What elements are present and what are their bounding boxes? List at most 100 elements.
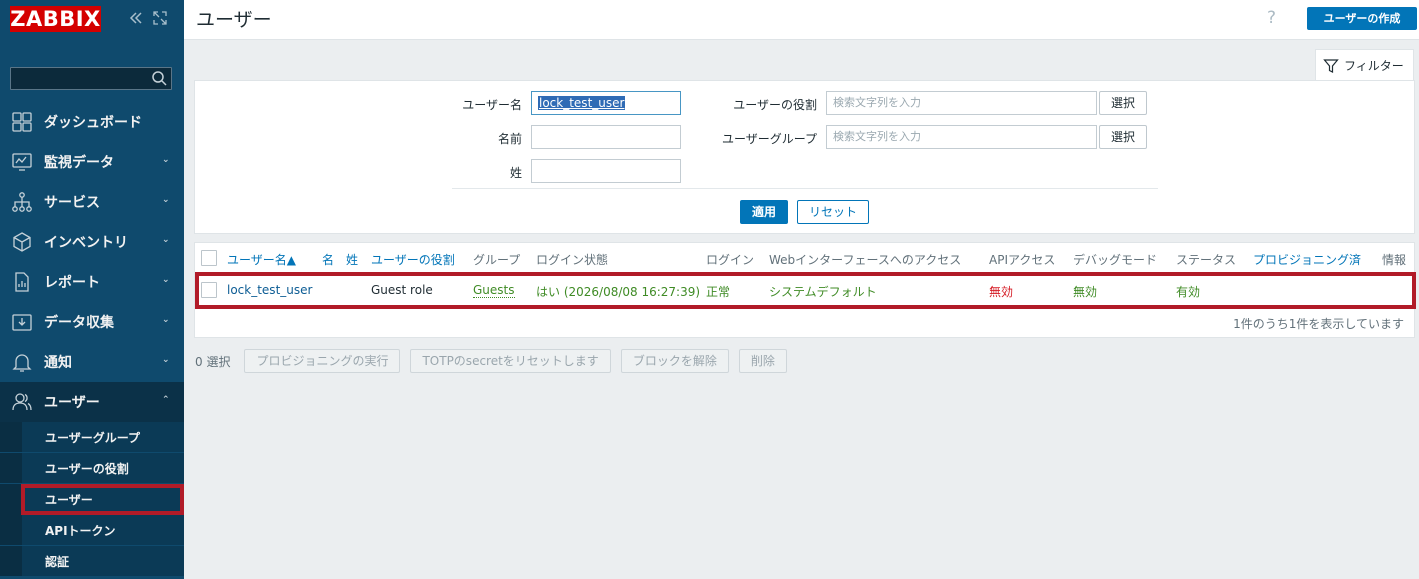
services-icon xyxy=(11,191,33,213)
zabbix-logo[interactable]: ZABBIX xyxy=(10,6,101,32)
menu-item-label: インベントリ xyxy=(44,235,128,251)
create-user-button[interactable]: ユーザーの作成 xyxy=(1307,7,1417,30)
menu-item-data-collection[interactable]: データ収集 ⌄ xyxy=(0,302,184,342)
menu-item-alerts[interactable]: 通知 ⌄ xyxy=(0,342,184,382)
collapse-sidebar-icon[interactable] xyxy=(127,9,145,27)
col-username[interactable]: ユーザー名▲ xyxy=(227,251,296,268)
apply-button[interactable]: 適用 xyxy=(740,200,788,224)
menu-item-users[interactable]: ユーザー ⌃ xyxy=(0,382,184,422)
surname-label: 姓 xyxy=(509,166,522,180)
main-menu: ダッシュボード 監視データ ⌄ サービス ⌄ インベントリ ⌄ レポート ⌄ デ… xyxy=(0,102,184,577)
menu-item-dashboard[interactable]: ダッシュボード xyxy=(0,102,184,142)
users-table: ユーザー名▲ 名 姓 ユーザーの役割 グループ ログイン状態 ログイン Webイ… xyxy=(194,242,1416,338)
chevron-up-icon: ⌃ xyxy=(162,395,170,405)
menu-item-label: 監視データ xyxy=(44,155,114,171)
col-info: 情報 xyxy=(1382,253,1407,267)
col-provisioned[interactable]: プロビジョニング済 xyxy=(1253,251,1361,268)
reports-icon xyxy=(11,271,33,293)
select-all-checkbox[interactable] xyxy=(201,250,217,266)
chevron-down-icon: ⌄ xyxy=(162,195,170,205)
row-role: Guest role xyxy=(371,283,433,297)
row-api-access[interactable]: 無効 xyxy=(989,283,1013,300)
menu-item-monitoring[interactable]: 監視データ ⌄ xyxy=(0,142,184,182)
row-checkbox[interactable] xyxy=(201,282,217,298)
chevron-down-icon: ⌄ xyxy=(162,355,170,365)
name-label: 名前 xyxy=(497,132,522,146)
mass-actions-bar: 0 選択 プロビジョニングの実行 TOTPのsecretをリセットします ブロッ… xyxy=(195,349,797,373)
filter-tab-label: フィルター xyxy=(1344,59,1404,73)
page-title: ユーザー xyxy=(196,9,272,31)
col-login: ログイン xyxy=(706,253,755,267)
data-collection-icon xyxy=(11,311,33,333)
col-name[interactable]: 名 xyxy=(322,251,334,268)
menu-item-label: ユーザー xyxy=(44,395,100,411)
reset-button[interactable]: リセット xyxy=(797,200,869,224)
col-surname[interactable]: 姓 xyxy=(346,251,358,268)
submenu-item-user-groups[interactable]: ユーザーグループ xyxy=(0,422,184,453)
page-header: ユーザー ? ユーザーの作成 xyxy=(184,0,1419,40)
username-value: lock_test_user xyxy=(538,96,626,110)
col-frontend-access: Webインターフェースへのアクセス xyxy=(769,253,962,267)
user-group-select-button[interactable]: 選択 xyxy=(1099,125,1147,149)
sidebar: ZABBIX ダッシュボード 監視データ ⌄ サービス ⌄ インベントリ ⌄ レ… xyxy=(0,0,184,579)
inventory-icon xyxy=(11,231,33,253)
row-debug-mode: 無効 xyxy=(1073,285,1098,299)
menu-item-reports[interactable]: レポート ⌄ xyxy=(0,262,184,302)
filter-divider xyxy=(452,188,1158,189)
menu-item-label: データ収集 xyxy=(44,315,114,331)
username-field[interactable]: lock_test_user xyxy=(531,91,681,115)
col-debug-mode: デバッグモード xyxy=(1073,253,1158,267)
row-login: 正常 xyxy=(706,285,731,299)
row-is-online: はい (2026/08/08 16:27:39) xyxy=(536,285,701,299)
col-groups: グループ xyxy=(473,253,521,267)
menu-item-label: レポート xyxy=(44,275,100,291)
table-stats: 1件のうち1件を表示しています xyxy=(1233,317,1404,331)
user-role-field[interactable]: 検索文字列を入力 xyxy=(826,91,1097,115)
row-status[interactable]: 有効 xyxy=(1176,283,1200,300)
menu-item-label: ダッシュボード xyxy=(44,115,142,131)
user-group-label: ユーザーグループ xyxy=(721,132,817,146)
user-role-select-button[interactable]: 選択 xyxy=(1099,91,1147,115)
row-username-link[interactable]: lock_test_user xyxy=(227,283,312,297)
name-field[interactable] xyxy=(531,125,681,149)
unblock-button[interactable]: ブロックを解除 xyxy=(620,349,729,373)
username-label: ユーザー名 xyxy=(462,98,522,112)
user-group-field[interactable]: 検索文字列を入力 xyxy=(826,125,1097,149)
delete-button[interactable]: 削除 xyxy=(738,349,787,373)
dashboard-icon xyxy=(11,111,33,133)
monitoring-icon xyxy=(11,151,33,173)
submenu-item-user-roles[interactable]: ユーザーの役割 xyxy=(0,453,184,484)
chevron-down-icon: ⌄ xyxy=(162,315,170,325)
filter-tab[interactable]: フィルター xyxy=(1315,49,1414,81)
chevron-down-icon: ⌄ xyxy=(162,235,170,245)
submenu-item-authentication[interactable]: 認証 xyxy=(0,546,184,577)
menu-item-label: サービス xyxy=(44,195,100,211)
col-role[interactable]: ユーザーの役割 xyxy=(371,251,455,268)
selected-count: 0 選択 xyxy=(195,354,231,369)
users-submenu: ユーザーグループ ユーザーの役割 ユーザー APIトークン 認証 xyxy=(0,422,184,577)
menu-item-inventory[interactable]: インベントリ ⌄ xyxy=(0,222,184,262)
col-api-access: APIアクセス xyxy=(989,253,1056,267)
surname-field[interactable] xyxy=(531,159,681,183)
search-icon[interactable] xyxy=(151,70,168,87)
menu-item-services[interactable]: サービス ⌄ xyxy=(0,182,184,222)
search-input[interactable] xyxy=(10,67,172,90)
col-status: ステータス xyxy=(1176,253,1237,267)
filter-icon xyxy=(1323,58,1339,74)
row-groups-link[interactable]: Guests xyxy=(473,283,515,298)
kiosk-mode-icon[interactable] xyxy=(151,9,169,27)
alerts-bell-icon xyxy=(11,351,33,373)
submenu-item-api-tokens[interactable]: APIトークン xyxy=(0,515,184,546)
menu-item-label: 通知 xyxy=(44,355,72,371)
users-icon xyxy=(11,391,33,413)
col-is-online: ログイン状態 xyxy=(536,253,609,267)
reset-totp-button[interactable]: TOTPのsecretをリセットします xyxy=(410,349,611,373)
provision-button[interactable]: プロビジョニングの実行 xyxy=(244,349,401,373)
user-role-label: ユーザーの役割 xyxy=(733,98,817,112)
help-icon[interactable]: ? xyxy=(1267,8,1276,28)
chevron-down-icon: ⌄ xyxy=(162,275,170,285)
chevron-down-icon: ⌄ xyxy=(162,155,170,165)
submenu-item-users[interactable]: ユーザー xyxy=(21,484,184,515)
filter-panel: ユーザー名 lock_test_user 名前 姓 ユーザーの役割 検索文字列を… xyxy=(194,80,1415,234)
row-frontend-access: システムデフォルト xyxy=(769,285,877,299)
